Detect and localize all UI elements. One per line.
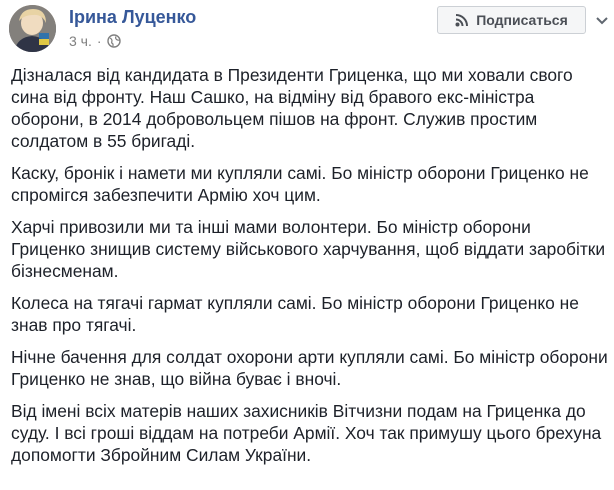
author-name[interactable]: Ірина Луценко (69, 7, 196, 28)
facebook-post: Ірина Луценко 3 ч. · Подписаться Дізнала… (0, 0, 614, 490)
subscribe-label: Подписаться (476, 12, 568, 28)
avatar-photo (9, 5, 56, 52)
rss-icon (455, 13, 469, 27)
subscribe-button[interactable]: Подписаться (437, 6, 586, 34)
post-meta: 3 ч. · (69, 32, 121, 50)
post-paragraph: Нічне бачення для солдат охорони арти ку… (11, 347, 608, 389)
post-timestamp[interactable]: 3 ч. (69, 33, 92, 49)
post-paragraph: Харчі привозили ми та інші мами волонтер… (11, 217, 606, 281)
chevron-down-icon[interactable] (592, 14, 612, 28)
avatar[interactable] (9, 5, 56, 52)
post-paragraph: Дізналася від кандидата в Президенти Гри… (11, 65, 573, 151)
post-paragraph: Колеса на тягачі гармат купляли самі. Бо… (11, 293, 579, 335)
meta-separator: · (96, 33, 102, 49)
globe-icon[interactable] (106, 34, 121, 48)
post-body: Дізналася від кандидата в Президенти Гри… (11, 64, 609, 476)
post-paragraph: Каску, бронік і намети ми купляли самі. … (11, 163, 589, 205)
post-header: Ірина Луценко 3 ч. · Подписаться (0, 0, 614, 58)
post-paragraph: Від імені всіх матерів наших захисників … (11, 401, 602, 465)
